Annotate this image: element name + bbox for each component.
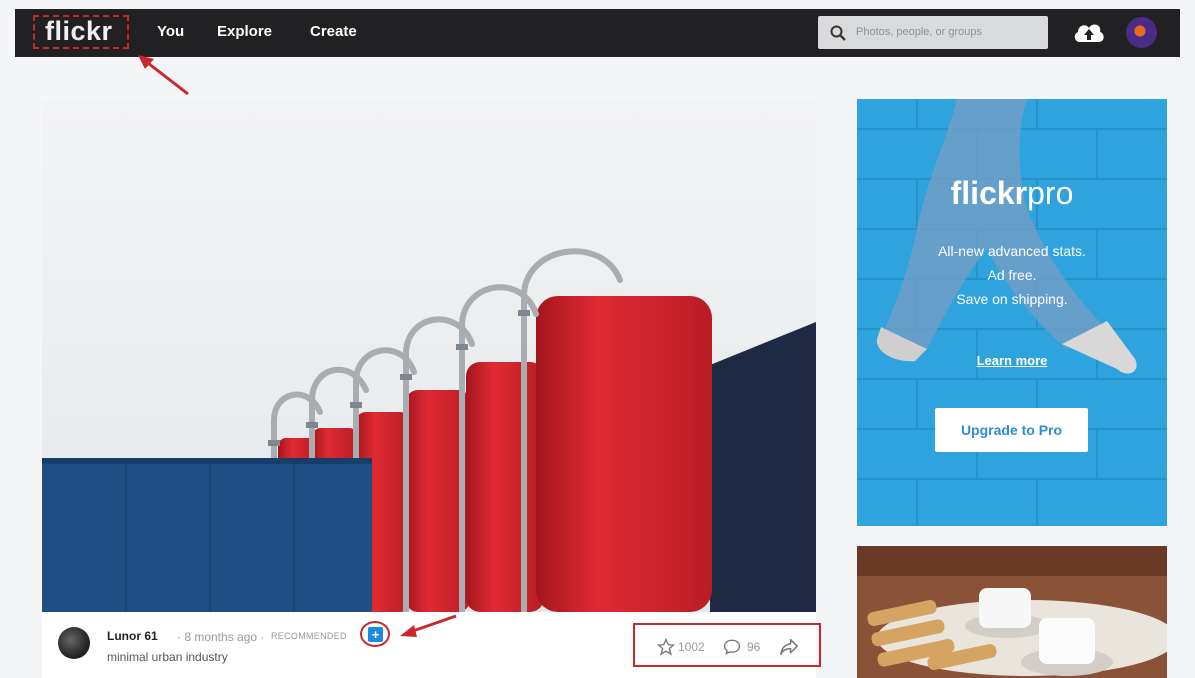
- flickr-pro-ad[interactable]: flickrpro All-new advanced stats. Ad fre…: [857, 99, 1167, 526]
- main-photo[interactable]: [42, 100, 816, 612]
- faves-count: 1002: [678, 640, 705, 654]
- ad-brand-pro: pro: [1027, 175, 1074, 211]
- search-placeholder: Photos, people, or groups: [856, 26, 982, 38]
- upgrade-to-pro-button[interactable]: Upgrade to Pro: [935, 408, 1088, 452]
- learn-more-link[interactable]: Learn more: [857, 353, 1167, 368]
- nav-you[interactable]: You: [157, 23, 184, 40]
- silos-photo-image: [42, 100, 816, 612]
- photo-stats: 1002 96: [633, 623, 821, 667]
- photo-description[interactable]: minimal urban industry: [107, 650, 228, 664]
- share-icon[interactable]: [779, 638, 799, 656]
- annotation-arrow: [138, 55, 189, 96]
- comments-count: 96: [747, 640, 761, 654]
- recommended-badge: RECOMMENDED: [271, 631, 347, 641]
- nav-explore[interactable]: Explore: [217, 23, 272, 40]
- owner-avatar[interactable]: [58, 627, 90, 659]
- search-input[interactable]: Photos, people, or groups: [818, 16, 1048, 49]
- nav-create[interactable]: Create: [310, 23, 357, 40]
- ad-brand-bold: flickr: [950, 175, 1028, 211]
- comment-icon[interactable]: [723, 638, 741, 656]
- ad-brand: flickrpro: [857, 175, 1167, 212]
- upload-cloud-icon[interactable]: [1072, 20, 1106, 44]
- user-avatar[interactable]: [1126, 17, 1157, 48]
- search-icon: [830, 25, 846, 41]
- ad-background-image: [857, 99, 1167, 526]
- follow-plus-button[interactable]: +: [368, 627, 383, 642]
- annotation-arrow: [400, 614, 457, 637]
- owner-name[interactable]: Lunor 61: [107, 629, 158, 643]
- pastries-coffee-image: [857, 546, 1167, 678]
- related-photo-thumbnail[interactable]: [857, 546, 1167, 678]
- ad-line-adfree: Ad free.: [987, 267, 1037, 283]
- photo-time: · 8 months ago ·: [177, 630, 265, 644]
- ad-line-stats: All-new advanced stats.: [938, 243, 1086, 259]
- ad-line-shipping: Save on shipping.: [956, 291, 1068, 307]
- flickr-logo[interactable]: flickr: [33, 15, 129, 49]
- logo-text: flickr: [45, 16, 113, 46]
- star-icon[interactable]: [657, 638, 675, 656]
